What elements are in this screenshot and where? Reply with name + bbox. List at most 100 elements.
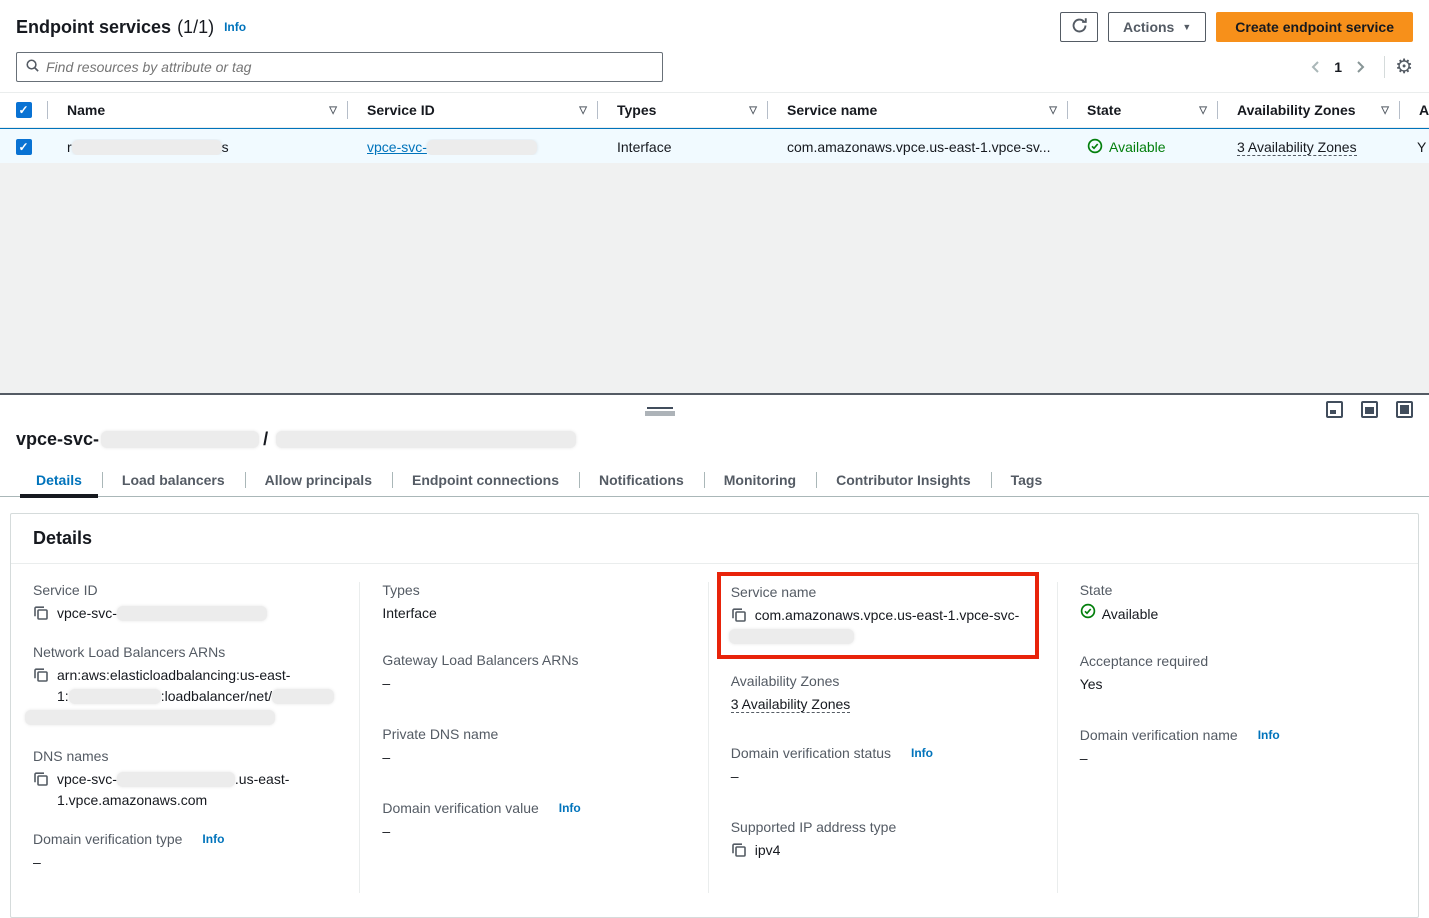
service-id-label: Service ID (33, 582, 341, 598)
copy-icon[interactable] (33, 605, 49, 624)
tab-notifications[interactable]: Notifications (579, 464, 704, 496)
split-panel-drag-handle[interactable] (645, 407, 675, 416)
panel-size-large-icon[interactable] (1396, 401, 1413, 418)
domain-verification-type-value: – (33, 852, 341, 873)
create-label: Create endpoint service (1235, 19, 1394, 35)
column-header-service-name[interactable]: Service name ▽ (767, 93, 1067, 127)
domain-verification-value-label: Domain verification value (382, 800, 538, 816)
column-header-availability-zones[interactable]: Availability Zones ▽ (1217, 93, 1399, 127)
tab-allow-principals[interactable]: Allow principals (245, 464, 392, 496)
filter-icon[interactable]: ▽ (579, 105, 587, 116)
service-name-value: com.amazonaws.vpce.us-east-1.vpce-svc- (755, 605, 1020, 647)
domain-verification-name-info-link[interactable]: Info (1258, 728, 1280, 742)
column-header-service-id[interactable]: Service ID ▽ (347, 93, 597, 127)
tab-monitoring[interactable]: Monitoring (704, 464, 816, 496)
cell-service-name: com.amazonaws.vpce.us-east-1.vpce-sv... (767, 139, 1067, 155)
private-dns-name-label: Private DNS name (382, 726, 689, 742)
filter-icon[interactable]: ▽ (1381, 105, 1389, 116)
cell-name: r s (47, 139, 347, 155)
table-row[interactable]: ✓ r s vpce-svc- Interface com.amazonaws.… (0, 128, 1429, 166)
search-row: 1 ⚙ (0, 48, 1429, 92)
private-dns-name-value: – (382, 747, 689, 768)
service-name-label: Service name (731, 584, 1027, 600)
cell-types: Interface (597, 139, 767, 155)
cell-service-id: vpce-svc- (347, 139, 597, 155)
tab-tags[interactable]: Tags (991, 464, 1063, 496)
refresh-button[interactable] (1060, 12, 1098, 42)
panel-size-medium-icon[interactable] (1361, 401, 1378, 418)
search-box[interactable] (16, 52, 663, 82)
redacted-service-name (729, 629, 854, 644)
redacted-title-name (276, 431, 576, 448)
details-column-1: Service ID vpce-svc- Network Load Balanc… (11, 582, 359, 893)
dns-names-value: vpce-svc-.us-east- 1.vpce.amazonaws.com (57, 769, 289, 811)
row-checkbox[interactable]: ✓ (16, 139, 32, 155)
supported-ip-value: ipv4 (755, 840, 781, 861)
domain-verification-type-label: Domain verification type (33, 831, 182, 847)
preferences-gear-icon[interactable]: ⚙ (1395, 57, 1413, 77)
page-header: Endpoint services (1/1) Info Actions ▼ C… (0, 0, 1429, 48)
domain-verification-name-value: – (1080, 748, 1400, 769)
redacted-service-id (117, 606, 267, 621)
dns-names-label: DNS names (33, 748, 341, 764)
previous-page-button[interactable] (1302, 60, 1330, 74)
resource-count: (1/1) (177, 17, 214, 38)
filter-icon[interactable]: ▽ (749, 105, 757, 116)
search-input[interactable] (46, 59, 654, 75)
tab-load-balancers[interactable]: Load balancers (102, 464, 245, 496)
details-card-heading: Details (11, 514, 1418, 564)
cell-acceptance-cut: Y (1399, 139, 1429, 155)
domain-verification-name-label: Domain verification name (1080, 727, 1238, 743)
state-label: State (1080, 582, 1400, 598)
panel-size-small-icon[interactable] (1326, 401, 1343, 418)
column-header-acceptance-cut[interactable]: A (1399, 93, 1429, 127)
redacted-arn-line (25, 710, 275, 725)
details-column-2: Types Interface Gateway Load Balancers A… (359, 582, 707, 893)
nlb-arns-label: Network Load Balancers ARNs (33, 644, 341, 660)
current-page[interactable]: 1 (1334, 59, 1342, 75)
domain-verification-status-info-link[interactable]: Info (911, 746, 933, 760)
copy-icon[interactable] (731, 607, 747, 626)
tab-details[interactable]: Details (16, 464, 102, 496)
refresh-icon (1071, 17, 1088, 37)
domain-verification-value-info-link[interactable]: Info (559, 801, 581, 815)
next-page-button[interactable] (1346, 60, 1374, 74)
caret-down-icon: ▼ (1182, 22, 1191, 32)
domain-verification-status-value: – (731, 766, 1039, 787)
glb-arns-value: – (382, 673, 689, 694)
redacted-service-id (427, 140, 537, 155)
service-id-link[interactable]: vpce-svc- (367, 139, 537, 155)
create-endpoint-service-button[interactable]: Create endpoint service (1216, 12, 1413, 42)
availability-zones-link[interactable]: 3 Availability Zones (731, 696, 851, 713)
copy-icon[interactable] (33, 771, 49, 790)
service-id-value: vpce-svc- (57, 603, 267, 624)
domain-verification-type-info-link[interactable]: Info (202, 832, 224, 846)
column-header-state[interactable]: State ▽ (1067, 93, 1217, 127)
actions-button[interactable]: Actions ▼ (1108, 12, 1206, 42)
tab-contributor-insights[interactable]: Contributor Insights (816, 464, 991, 496)
cell-availability-zones: 3 Availability Zones (1217, 139, 1399, 156)
search-icon (25, 58, 40, 76)
detail-split-panel: vpce-svc- / Details Load balancers Allow… (0, 395, 1429, 886)
filter-icon[interactable]: ▽ (1199, 105, 1207, 116)
select-all-checkbox[interactable]: ✓ (16, 102, 32, 118)
tab-endpoint-connections[interactable]: Endpoint connections (392, 464, 579, 496)
types-value: Interface (382, 603, 689, 624)
supported-ip-label: Supported IP address type (731, 819, 1039, 835)
filter-icon[interactable]: ▽ (1049, 105, 1057, 116)
copy-icon[interactable] (731, 842, 747, 861)
actions-label: Actions (1123, 19, 1174, 35)
column-header-types[interactable]: Types ▽ (597, 93, 767, 127)
header-info-link[interactable]: Info (224, 20, 246, 34)
filter-icon[interactable]: ▽ (329, 105, 337, 116)
status-available-icon (1080, 603, 1096, 625)
state-text: Available (1109, 139, 1166, 155)
acceptance-required-label: Acceptance required (1080, 653, 1400, 669)
redacted-name (72, 140, 222, 155)
types-label: Types (382, 582, 689, 598)
details-column-4: State Available Acceptance required Yes … (1057, 582, 1418, 893)
details-card: Details Service ID vpce-svc- N (10, 513, 1419, 918)
copy-icon[interactable] (33, 667, 49, 686)
availability-zones-link[interactable]: 3 Availability Zones (1237, 139, 1357, 156)
column-header-name[interactable]: Name ▽ (47, 93, 347, 127)
